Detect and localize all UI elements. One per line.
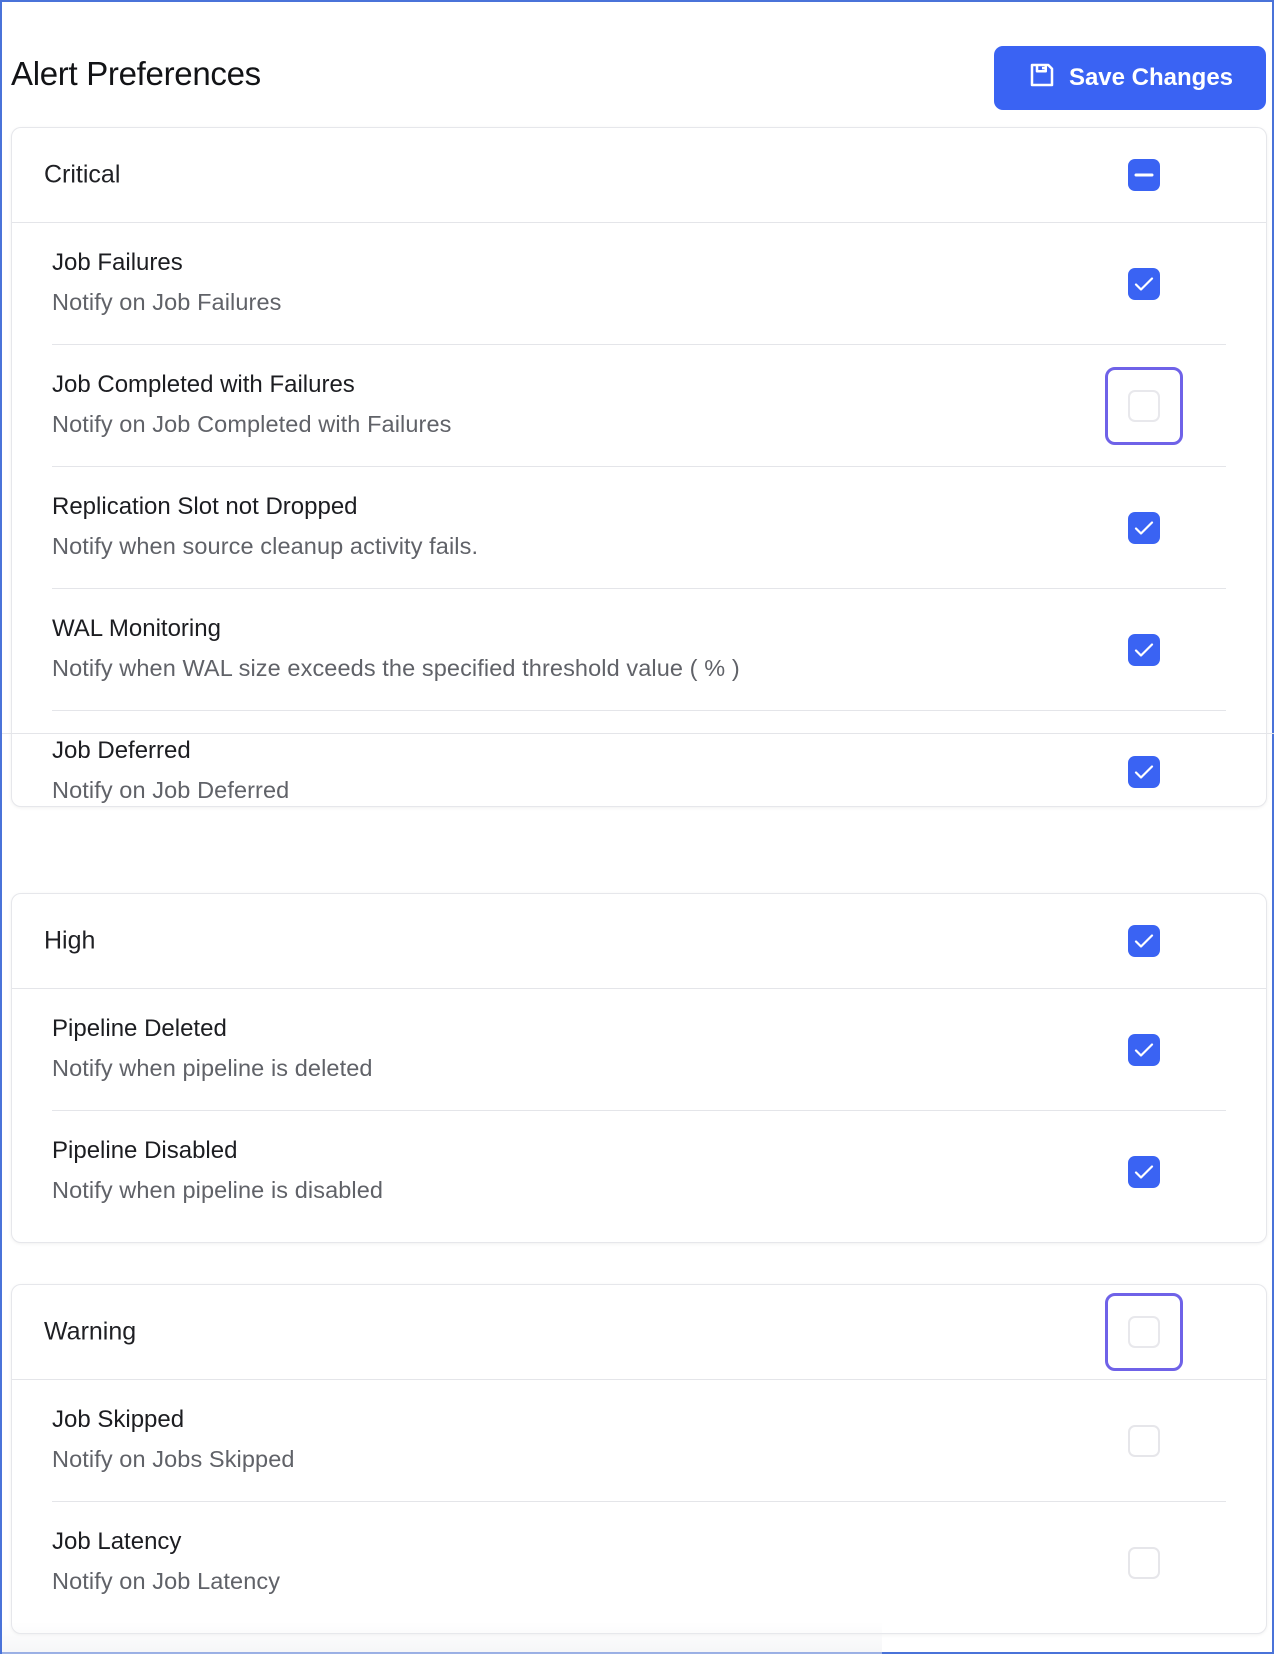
section-checkbox[interactable] <box>1128 925 1160 957</box>
alert-description: Notify on Job Completed with Failures <box>52 411 452 437</box>
list-item: Pipeline Deleted Notify when pipeline is… <box>52 989 1226 1111</box>
alert-title: Job Skipped <box>52 1406 185 1433</box>
check-icon <box>1134 1165 1154 1179</box>
alert-checkbox[interactable] <box>1128 512 1160 544</box>
section-warning: Warning Job Skipped Notify on Jobs Skipp… <box>11 1284 1267 1634</box>
alert-checkbox[interactable] <box>1128 756 1160 788</box>
section-header: High <box>12 894 1266 989</box>
alert-description: Notify when pipeline is deleted <box>52 1055 373 1081</box>
alert-title: Replication Slot not Dropped <box>52 493 358 520</box>
save-changes-button[interactable]: Save Changes <box>994 46 1266 110</box>
alert-checkbox[interactable] <box>1128 268 1160 300</box>
alert-checkbox[interactable] <box>1128 1547 1160 1579</box>
alert-title: Pipeline Deleted <box>52 1015 227 1042</box>
scroll-fade <box>2 1622 882 1654</box>
list-item: Job Completed with Failures Notify on Jo… <box>52 345 1226 467</box>
check-icon <box>1134 934 1154 948</box>
app-frame: Alert Preferences Save Changes Critical … <box>0 0 1274 1654</box>
alert-title: Job Deferred <box>52 737 191 764</box>
list-item: Replication Slot not Dropped Notify when… <box>52 467 1226 589</box>
section-critical: Critical Job Failures Notify on Job Fail… <box>11 127 1267 807</box>
section-header: Warning <box>12 1285 1266 1380</box>
section-title: Warning <box>44 1317 137 1346</box>
divider <box>2 733 1274 734</box>
check-icon <box>1134 765 1154 779</box>
alert-checkbox[interactable] <box>1128 1034 1160 1066</box>
focus-ring <box>1105 1293 1183 1371</box>
alert-title: Job Failures <box>52 249 183 276</box>
check-icon <box>1134 521 1154 535</box>
list-item: Job Failures Notify on Job Failures <box>52 223 1226 345</box>
section-indeterminate-checkbox[interactable] <box>1128 159 1160 191</box>
alert-title: WAL Monitoring <box>52 615 221 642</box>
alert-description: Notify when pipeline is disabled <box>52 1177 384 1203</box>
alert-description: Notify on Job Failures <box>52 289 282 315</box>
list-item: Job Skipped Notify on Jobs Skipped <box>52 1380 1226 1502</box>
alert-description: Notify on Job Latency <box>52 1568 281 1594</box>
check-icon <box>1134 643 1154 657</box>
section-title: Critical <box>44 160 121 189</box>
list-item: Pipeline Disabled Notify when pipeline i… <box>52 1111 1226 1233</box>
section-title: High <box>44 926 96 955</box>
alert-description: Notify on Jobs Skipped <box>52 1446 295 1472</box>
alert-title: Pipeline Disabled <box>52 1137 238 1164</box>
section-checkbox[interactable] <box>1105 1293 1183 1371</box>
focus-ring <box>1105 367 1183 445</box>
page-title: Alert Preferences <box>11 55 261 92</box>
alert-description: Notify when WAL size exceeds the specifi… <box>52 655 740 681</box>
check-icon <box>1134 1043 1154 1057</box>
alert-checkbox[interactable] <box>1128 634 1160 666</box>
section-header: Critical <box>12 128 1266 223</box>
alert-checkbox[interactable] <box>1105 367 1183 445</box>
check-icon <box>1134 277 1154 291</box>
alert-checkbox[interactable] <box>1128 1425 1160 1457</box>
alert-title: Job Latency <box>52 1528 182 1555</box>
list-item: Job Latency Notify on Job Latency <box>52 1502 1226 1624</box>
list-item: WAL Monitoring Notify when WAL size exce… <box>52 589 1226 711</box>
list-item: Job Deferred Notify on Job Deferred <box>52 711 1226 833</box>
floppy-disk-icon <box>1027 60 1057 97</box>
alert-description: Notify when source cleanup activity fail… <box>52 533 479 559</box>
alert-checkbox[interactable] <box>1128 1156 1160 1188</box>
alert-title: Job Completed with Failures <box>52 371 355 398</box>
alert-description: Notify on Job Deferred <box>52 777 290 803</box>
minus-icon <box>1134 173 1154 177</box>
section-high: High Pipeline Deleted Notify when pipeli… <box>11 893 1267 1243</box>
save-changes-label: Save Changes <box>1068 64 1234 91</box>
